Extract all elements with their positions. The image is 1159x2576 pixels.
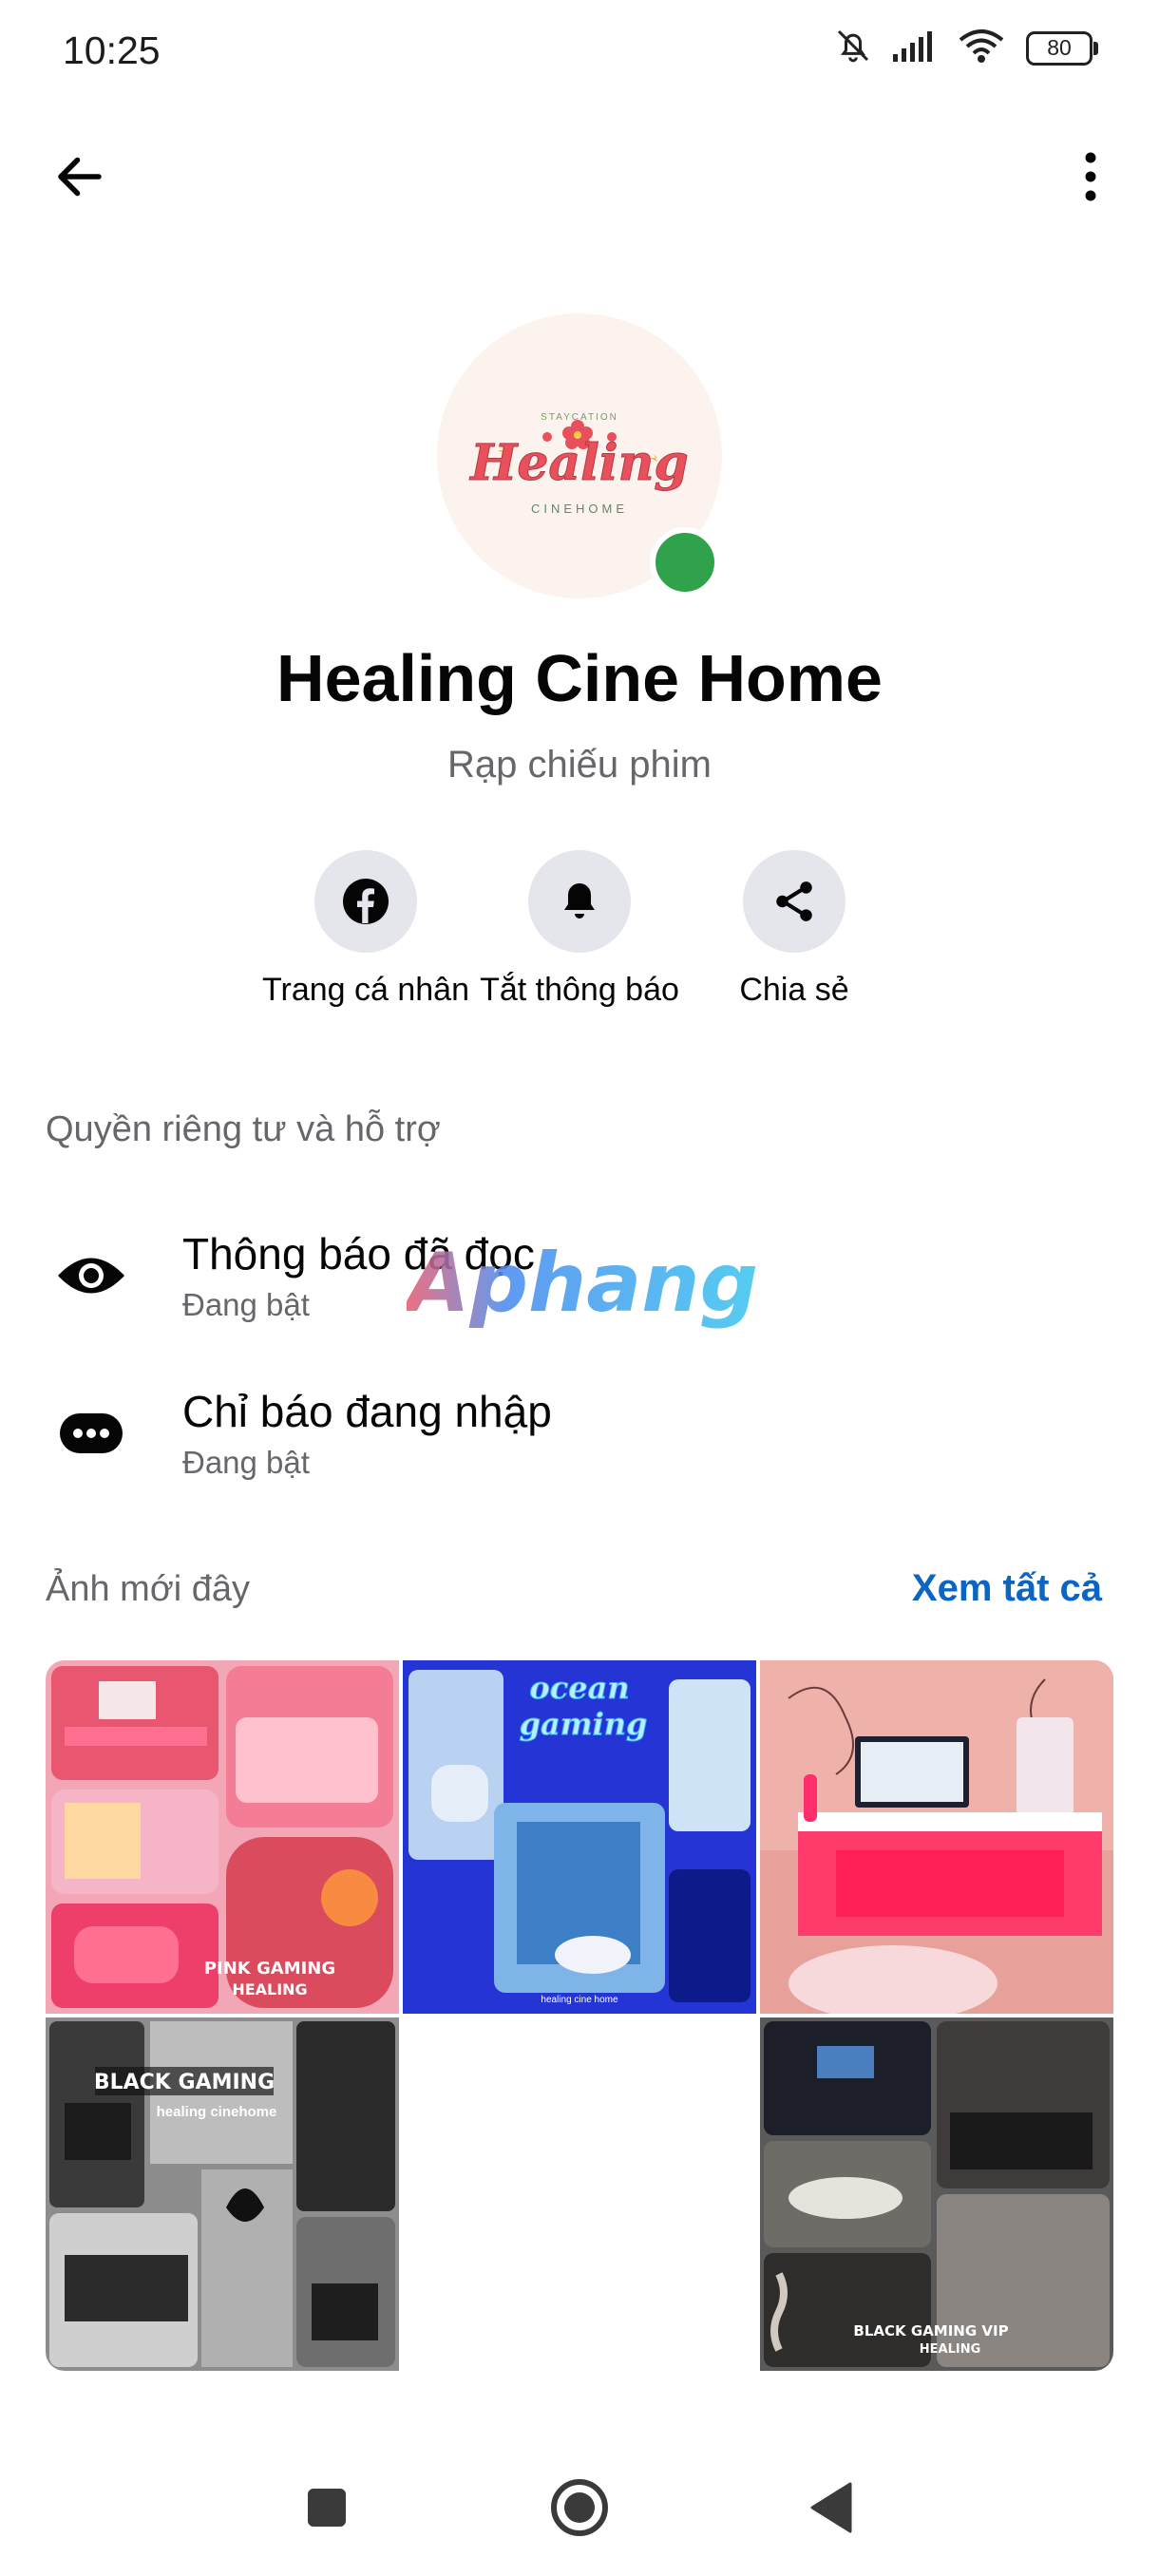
photo-caption: PINK GAMING <box>204 1959 335 1979</box>
back-triangle-icon <box>810 2482 852 2533</box>
mute-action-button[interactable] <box>528 850 631 953</box>
arrow-left-icon <box>58 157 102 197</box>
photo-caption: ocean <box>529 1670 629 1706</box>
photo-thumbnail[interactable]: BLACK GAMING VIP HEALING <box>760 2017 1113 2371</box>
photo-caption-2: HEALING <box>920 2342 981 2357</box>
action-profile[interactable]: Trang cá nhân <box>242 850 489 1009</box>
back-button[interactable] <box>46 142 114 211</box>
signal-icon <box>893 29 937 66</box>
logo-subtext: CINEHOME <box>531 502 628 516</box>
facebook-icon <box>343 879 389 924</box>
privacy-section-title: Quyền riêng tư và hỗ trợ <box>46 1109 441 1149</box>
recents-square-icon <box>308 2489 346 2527</box>
typing-indicator-row[interactable]: Chỉ báo đang nhập Đang bật <box>46 1362 1113 1505</box>
recent-photos-title: Ảnh mới đây <box>46 1569 251 1609</box>
home-button[interactable] <box>542 2470 618 2546</box>
photo-caption-2: healing cinehome <box>157 2104 277 2120</box>
typing-indicator-icon <box>46 1388 137 1479</box>
recents-button[interactable] <box>289 2470 365 2546</box>
photo-thumbnail[interactable]: BLACK GAMING healing cinehome <box>46 2017 399 2371</box>
typing-indicator-status: Đang bật <box>182 1445 310 1480</box>
wifi-icon <box>958 27 1005 69</box>
photo-caption-3: healing cine home <box>541 1995 618 2005</box>
photo-caption: BLACK GAMING VIP <box>853 2322 1008 2339</box>
bell-off-icon <box>834 27 872 69</box>
page-name: Healing Cine Home <box>276 641 883 715</box>
logo-text: Healing <box>468 434 689 492</box>
photo-caption-2: gaming <box>520 1706 648 1742</box>
online-status-dot <box>650 527 720 597</box>
status-icons: 80 <box>834 27 1098 69</box>
battery-icon: 80 <box>1026 30 1098 66</box>
photo-thumbnail[interactable] <box>760 1660 1113 2021</box>
watermark: Aphang <box>401 1236 758 1337</box>
system-back-button[interactable] <box>792 2470 868 2546</box>
typing-indicator-title: Chỉ báo đang nhập <box>182 1387 552 1436</box>
photo-thumbnail[interactable]: PINK GAMING HEALING <box>46 1660 399 2014</box>
status-time: 10:25 <box>63 28 161 72</box>
action-mute[interactable]: Tắt thông báo <box>456 850 703 1009</box>
battery-level: 80 <box>1047 35 1072 60</box>
more-vertical-icon <box>1085 152 1096 201</box>
bell-icon <box>564 883 595 919</box>
page-category: Rạp chiếu phim <box>447 744 712 786</box>
eye-icon <box>46 1230 137 1321</box>
watermark-text: Aphang <box>407 1242 758 1331</box>
action-label: Chia sẻ <box>739 972 849 1008</box>
action-share[interactable]: Chia sẻ <box>671 850 918 1009</box>
photo-caption-2: HEALING <box>232 1980 307 1998</box>
action-label: Trang cá nhân <box>262 972 469 1008</box>
photo-grid: PINK GAMING HEALING ocean gaming healing… <box>46 1660 1113 2371</box>
photo-thumbnail[interactable] <box>403 2017 756 2371</box>
more-options-button[interactable] <box>1056 142 1125 211</box>
share-icon <box>776 881 812 921</box>
see-all-link[interactable]: Xem tất cả <box>912 1567 1102 1610</box>
photo-caption: BLACK GAMING <box>94 2071 275 2094</box>
share-action-button[interactable] <box>743 850 846 953</box>
action-label: Tắt thông báo <box>480 972 679 1008</box>
home-circle-icon <box>551 2479 608 2536</box>
profile-action-button[interactable] <box>314 850 417 953</box>
photo-thumbnail[interactable]: ocean gaming healing cine home <box>403 1660 756 2014</box>
